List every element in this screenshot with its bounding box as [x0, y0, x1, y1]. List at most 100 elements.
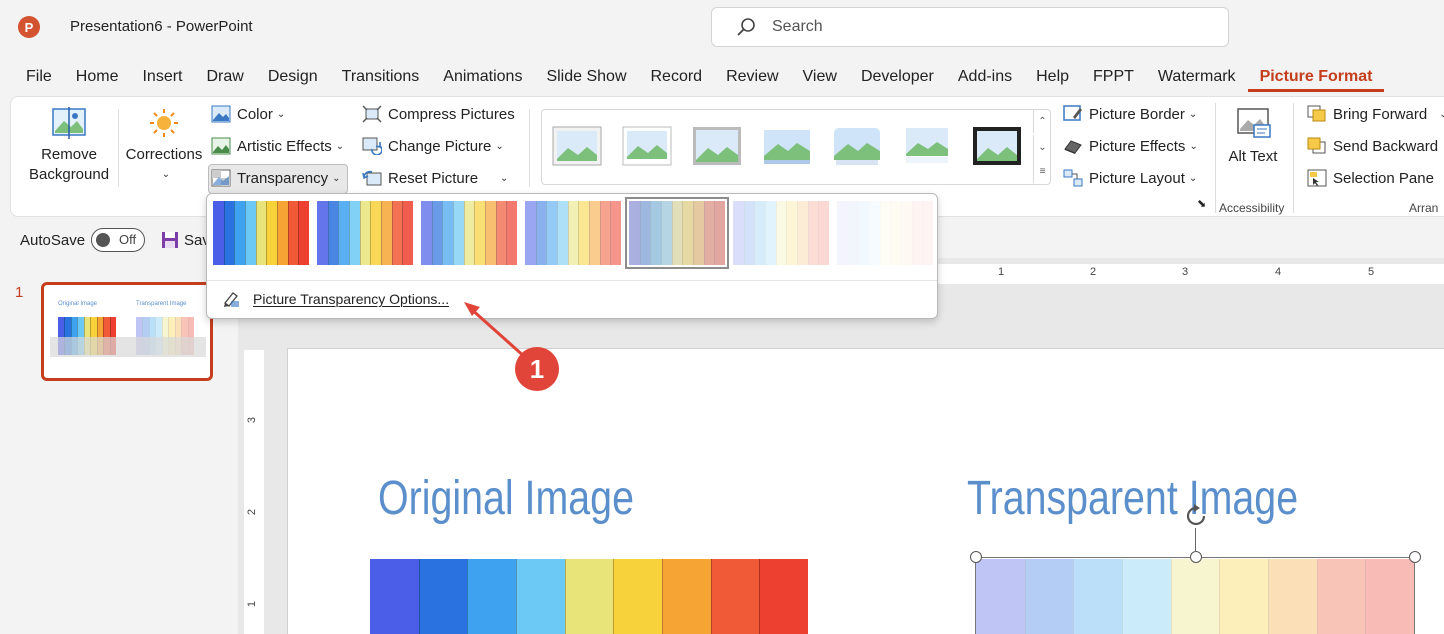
arrange-group-label: Arran — [1409, 201, 1439, 215]
transparency-button[interactable]: Transparency ⌄ — [211, 169, 341, 187]
picture-style-reflection[interactable] — [902, 126, 952, 166]
color-stripe — [370, 559, 424, 634]
corrections-button[interactable]: Corrections ⌄ — [123, 107, 205, 185]
tab-view[interactable]: View — [791, 64, 849, 92]
transparency-icon — [211, 169, 231, 187]
picture-style-shadow[interactable] — [692, 126, 742, 166]
reset-picture-icon — [362, 170, 382, 186]
tab-watermark[interactable]: Watermark — [1146, 64, 1248, 92]
send-backward-button[interactable]: Send Backward — [1307, 137, 1438, 155]
tab-fppt[interactable]: FPPT — [1081, 64, 1146, 92]
transparency-preset-1[interactable] — [317, 201, 413, 265]
picture-border-button[interactable]: Picture Border ⌄ — [1063, 105, 1197, 123]
autosave-toggle[interactable]: Off — [91, 228, 145, 252]
color-button[interactable]: Color ⌄ — [211, 105, 285, 123]
bring-forward-button[interactable]: Bring Forward ⌄ — [1307, 105, 1444, 123]
ruler-tick: 2 — [246, 508, 259, 516]
tab-home[interactable]: Home — [64, 64, 131, 92]
selection-pane-icon — [1307, 169, 1327, 187]
tab-transitions[interactable]: Transitions — [330, 64, 432, 92]
tab-help[interactable]: Help — [1024, 64, 1081, 92]
accessibility-group-label: Accessibility — [1219, 201, 1285, 215]
reset-picture-button[interactable]: Reset Picture ⌄ — [362, 169, 508, 187]
picture-style-soft-edge[interactable] — [762, 126, 812, 166]
resize-handle-top[interactable] — [1190, 551, 1202, 563]
transparency-options-icon — [224, 292, 239, 307]
ruler-tick: 3 — [1182, 266, 1189, 278]
transparency-preset-5[interactable] — [733, 201, 829, 265]
transparency-preset-0[interactable] — [213, 201, 309, 265]
tab-developer[interactable]: Developer — [849, 64, 946, 92]
compress-pictures-label: Compress Pictures — [388, 105, 515, 123]
artistic-effects-button[interactable]: Artistic Effects ⌄ — [211, 137, 344, 155]
tab-slide-show[interactable]: Slide Show — [534, 64, 638, 92]
search-box[interactable]: Search — [711, 7, 1229, 47]
resize-handle-top-left[interactable] — [970, 551, 982, 563]
gallery-scroll-up[interactable]: ⌃ — [1033, 109, 1051, 133]
ruler-tick: 5 — [1368, 266, 1375, 278]
tab-design[interactable]: Design — [256, 64, 330, 92]
remove-background-button[interactable]: Remove Background — [29, 107, 109, 185]
dropdown-divider — [207, 280, 937, 281]
picture-styles-dialog-launcher[interactable]: ⬊ — [1197, 197, 1206, 210]
change-picture-button[interactable]: Change Picture ⌄ — [362, 137, 504, 155]
preset-image — [629, 201, 725, 265]
horizontal-ruler: 1 2 3 4 5 — [930, 264, 1444, 284]
tab-add-ins[interactable]: Add-ins — [946, 64, 1024, 92]
toggle-state: Off — [119, 232, 137, 247]
compress-pictures-button[interactable]: Compress Pictures — [362, 105, 515, 123]
color-stripe — [610, 201, 621, 265]
transparency-preset-3[interactable] — [525, 201, 621, 265]
search-placeholder: Search — [772, 18, 823, 35]
tab-insert[interactable]: Insert — [130, 64, 194, 92]
tab-animations[interactable]: Animations — [431, 64, 534, 92]
thumb-title-right: Transparent Image — [136, 301, 187, 307]
picture-style-rounded[interactable] — [832, 126, 882, 166]
color-stripe — [515, 559, 570, 634]
selection-pane-button[interactable]: Selection Pane — [1307, 169, 1434, 187]
preset-image — [317, 201, 413, 265]
rotate-handle-icon[interactable] — [1182, 502, 1210, 530]
thumb-shape — [50, 337, 206, 357]
color-stripe — [714, 201, 725, 265]
picture-effects-button[interactable]: Picture Effects ⌄ — [1063, 137, 1198, 155]
alt-text-button[interactable]: Alt Text — [1223, 107, 1283, 167]
step-callout-badge: 1 — [515, 347, 559, 391]
chevron-down-icon: ⌄ — [500, 172, 509, 184]
tab-picture-format[interactable]: Picture Format — [1247, 64, 1385, 92]
picture-style-black-frame[interactable] — [972, 126, 1022, 166]
tab-file[interactable]: File — [0, 64, 64, 92]
picture-transparency-options-item[interactable]: Picture Transparency Options... — [221, 286, 449, 312]
slide-title-left[interactable]: Original Image — [378, 471, 634, 526]
tab-draw[interactable]: Draw — [194, 64, 255, 92]
save-icon[interactable] — [161, 231, 179, 249]
color-label: Color — [237, 105, 273, 123]
picture-transparency-options-label: Picture Transparency Options... — [253, 291, 450, 307]
reset-picture-label: Reset Picture — [388, 169, 479, 187]
slide-thumbnail[interactable]: Original Image Transparent Image — [41, 282, 213, 381]
tab-record[interactable]: Record — [639, 64, 715, 92]
transparency-preset-4[interactable] — [625, 197, 729, 269]
ruler-tick: 1 — [998, 266, 1005, 278]
tab-review[interactable]: Review — [714, 64, 790, 92]
original-image[interactable] — [370, 559, 808, 634]
sun-icon — [150, 109, 178, 137]
resize-handle-top-right[interactable] — [1409, 551, 1421, 563]
gallery-more[interactable]: ≡ — [1033, 159, 1051, 183]
transparency-preset-6[interactable] — [837, 201, 933, 265]
color-stripe — [710, 559, 764, 634]
slide-title-right[interactable]: Transparent Image — [967, 471, 1298, 526]
picture-styles-gallery — [541, 109, 1051, 185]
chevron-down-icon: ⌄ — [161, 169, 171, 180]
transparency-preset-2[interactable] — [421, 201, 517, 265]
color-stripe — [467, 559, 521, 634]
gallery-scroll-down[interactable]: ⌄ — [1033, 135, 1051, 159]
color-stripe — [402, 201, 413, 265]
picture-style-white-frame[interactable] — [622, 126, 672, 166]
picture-layout-button[interactable]: Picture Layout ⌄ — [1063, 169, 1197, 187]
send-backward-label: Send Backward — [1333, 137, 1439, 155]
change-picture-label: Change Picture — [388, 137, 492, 155]
picture-style-simple-frame[interactable] — [552, 126, 602, 166]
chevron-down-icon: ⌄ — [1189, 140, 1198, 152]
autosave-label: AutoSave — [20, 232, 86, 249]
